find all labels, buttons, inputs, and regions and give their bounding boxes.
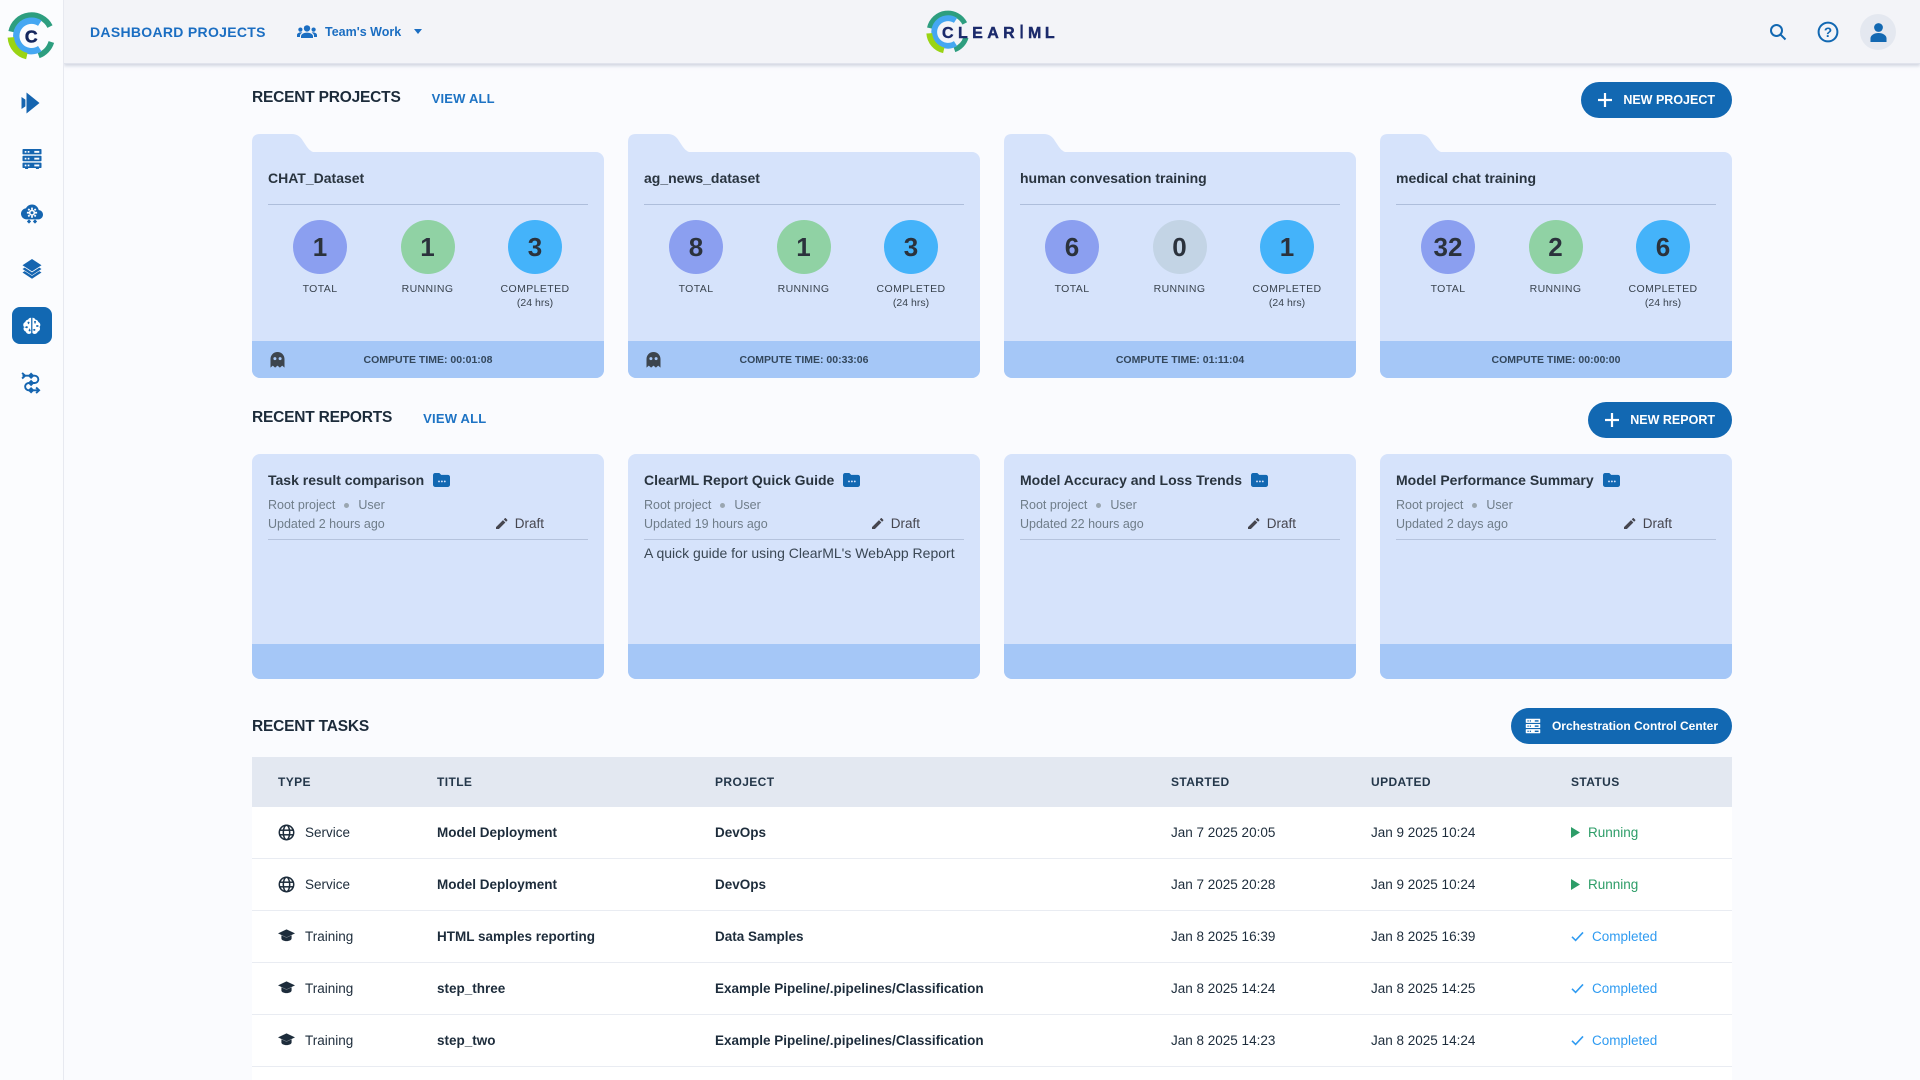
svg-text:?: ?: [1824, 24, 1832, 39]
svg-text:C: C: [25, 26, 38, 46]
svg-text:ML: ML: [1028, 24, 1058, 41]
svg-text:CLEAR: CLEAR: [942, 24, 1019, 41]
